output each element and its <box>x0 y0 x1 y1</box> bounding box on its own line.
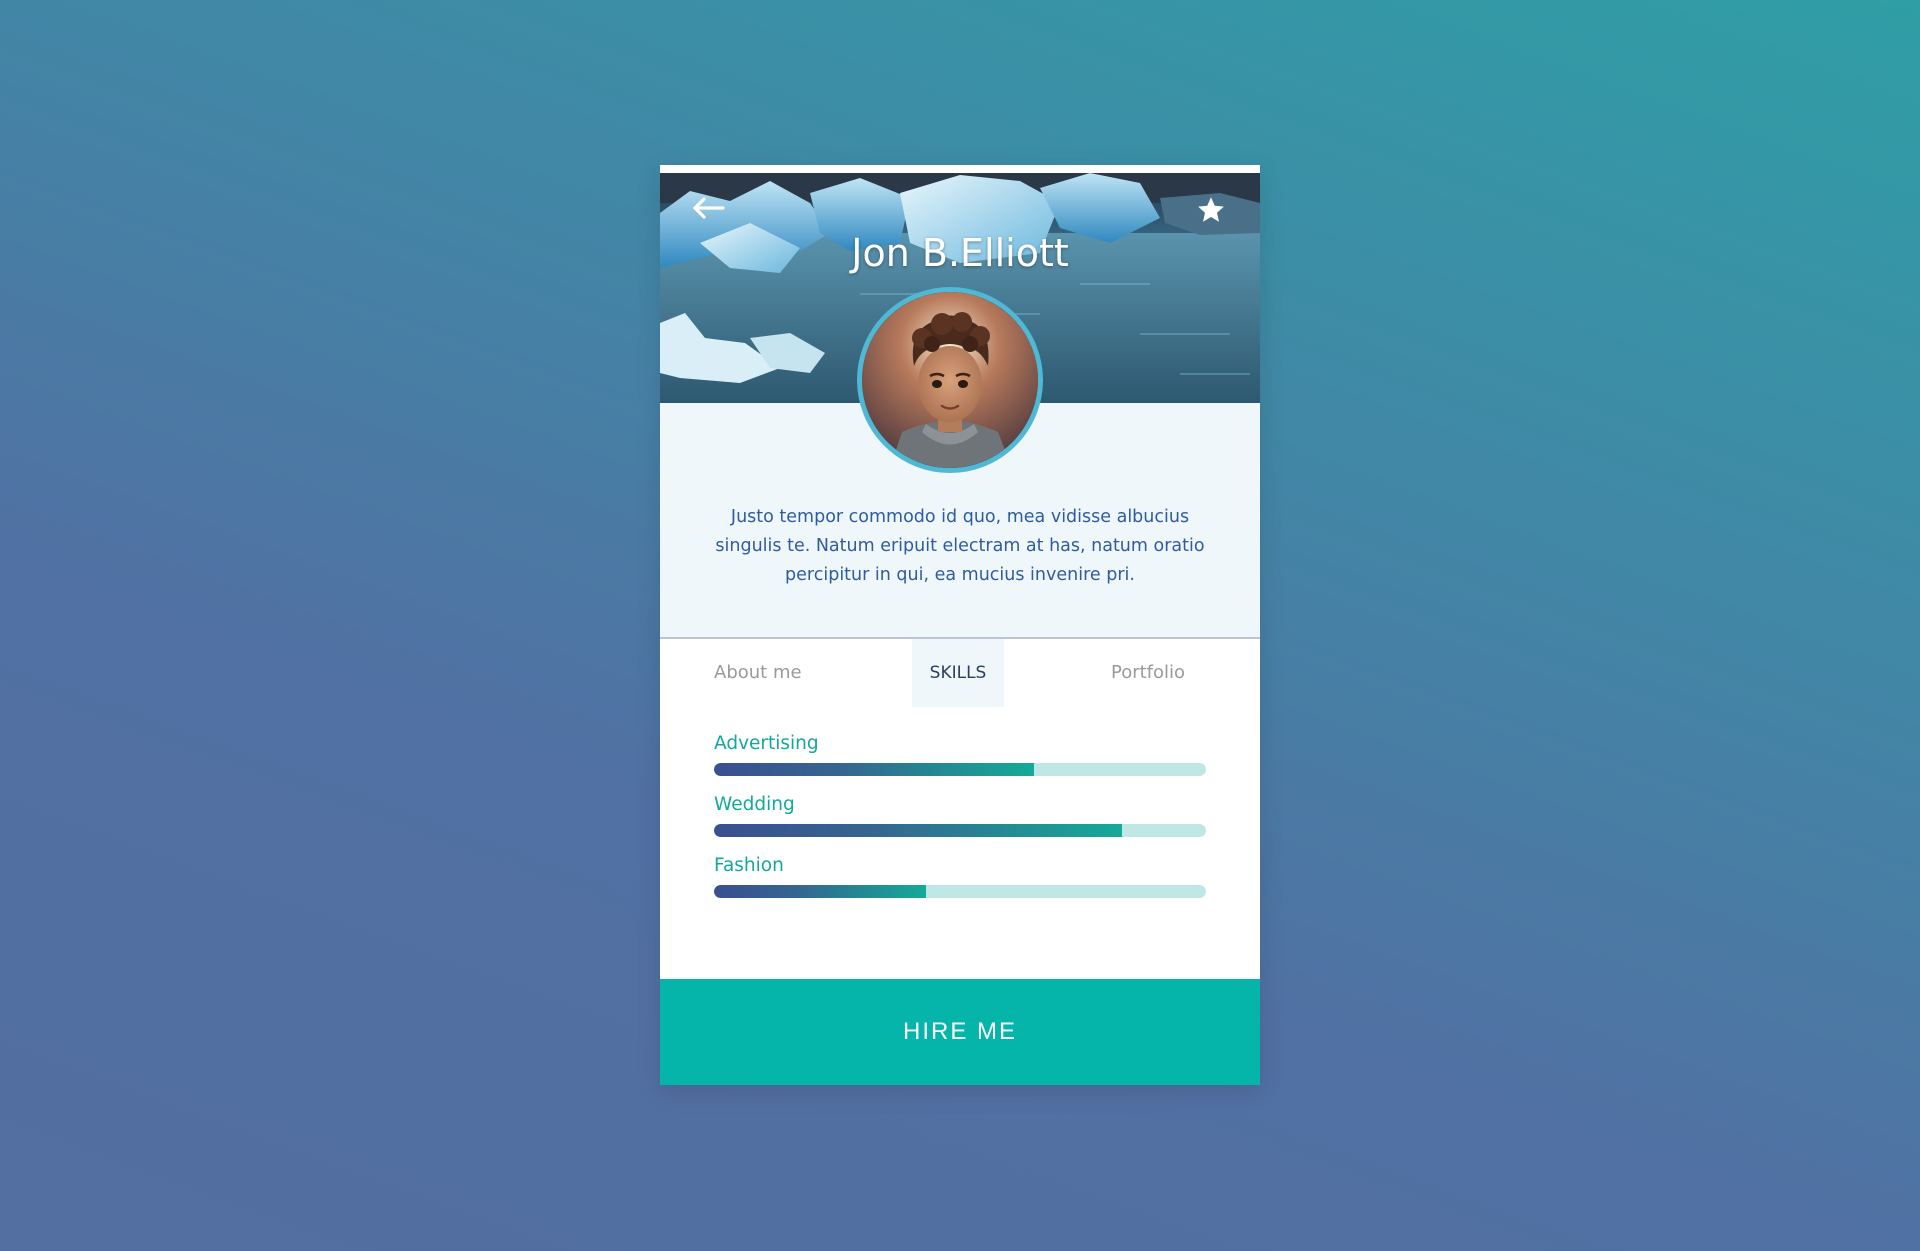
skill-label-fashion: Fashion <box>714 855 784 876</box>
profile-card: Jon B.Elliott Justo tempor commodo id qu… <box>660 165 1260 1085</box>
skill-bar-track <box>714 763 1206 776</box>
profile-tabs: About me SKILLS Portfolio <box>660 639 1260 707</box>
skill-item: Wedding <box>714 794 1206 837</box>
hire-me-button[interactable]: HIRE ME <box>660 979 1260 1085</box>
skill-bar-track <box>714 885 1206 898</box>
avatar <box>857 287 1043 473</box>
tab-about-me[interactable]: About me <box>714 639 802 707</box>
skill-label-advertising: Advertising <box>714 733 819 754</box>
skill-item: Fashion <box>714 855 1206 898</box>
skill-item: Advertising <box>714 733 1206 776</box>
star-icon[interactable] <box>1196 195 1226 225</box>
skill-label-wedding: Wedding <box>714 794 795 815</box>
arrow-left-icon[interactable] <box>692 195 726 221</box>
skill-bar-wedding <box>714 824 1123 837</box>
profile-bio: Justo tempor commodo id quo, mea vidisse… <box>715 507 1205 585</box>
skill-bar-track <box>714 824 1206 837</box>
avatar-image <box>862 292 1038 468</box>
tab-portfolio[interactable]: Portfolio <box>1111 639 1185 707</box>
skill-bar-advertising <box>714 763 1034 776</box>
tab-skills[interactable]: SKILLS <box>912 639 1004 707</box>
card-top-strip <box>660 165 1260 173</box>
profile-name: Jon B.Elliott <box>851 231 1069 275</box>
skill-bar-fashion <box>714 885 926 898</box>
skills-list: Advertising Wedding Fashion <box>660 707 1260 898</box>
